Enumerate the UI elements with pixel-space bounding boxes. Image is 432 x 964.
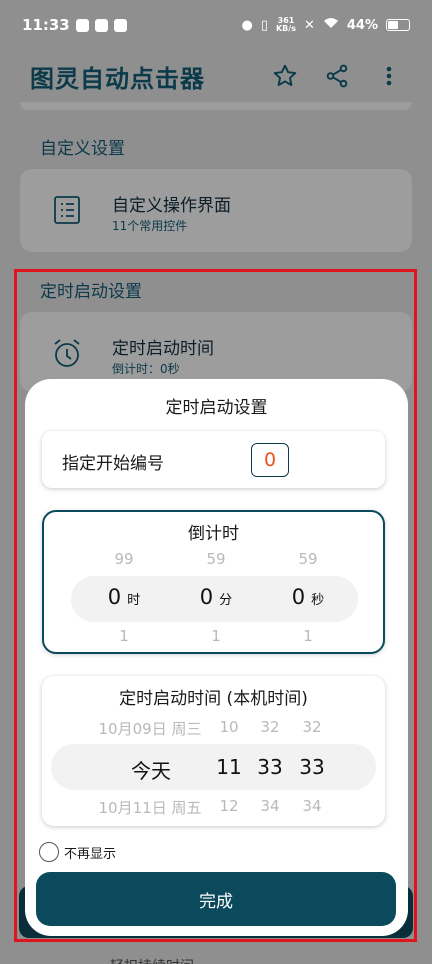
app-title: 图灵自动点击器 [30, 64, 205, 93]
date-below[interactable]: 10月11日 周五 [92, 797, 208, 818]
hour-selected[interactable]: 11 [212, 755, 246, 779]
start-number-row: 指定开始编号 0 [42, 431, 385, 488]
minutes-above: 59 [206, 550, 226, 568]
countdown-picker: 倒计时 99 0时 1 59 0分 1 59 0秒 1 [42, 510, 385, 654]
hours-below-wrap[interactable]: 1 [94, 627, 154, 645]
timed-start-dialog: 定时启动设置 指定开始编号 0 倒计时 99 0时 1 59 0分 1 59 0… [25, 379, 408, 936]
battery-icon [386, 19, 410, 31]
app-notification-icon [94, 18, 108, 32]
hours-unit: 时 [127, 593, 141, 608]
minutes-unit: 分 [219, 593, 233, 608]
done-button[interactable]: 完成 [36, 872, 396, 926]
custom-ui-title: 自定义操作界面 [112, 196, 231, 216]
hours-above: 99 [114, 550, 134, 568]
hours-below: 1 [119, 627, 129, 645]
second-above[interactable]: 32 [297, 718, 327, 736]
dialog-title: 定时启动设置 [165, 398, 268, 418]
vibrate-icon: ▯ [260, 17, 268, 33]
minute-below[interactable]: 34 [255, 797, 285, 815]
location-icon: ● [241, 17, 253, 33]
second-below[interactable]: 34 [297, 797, 327, 815]
minutes-below: 1 [211, 627, 221, 645]
date-selected[interactable]: 今天 [116, 755, 186, 784]
no-sim-icon: ✕ [303, 17, 315, 33]
scheduled-title: 定时启动时间 (本机时间) [119, 689, 308, 709]
star-icon[interactable] [272, 63, 298, 89]
app-bar: 图灵自动点击器 [0, 50, 432, 102]
hour-below[interactable]: 12 [214, 797, 244, 815]
dont-show-again-checkbox[interactable] [39, 842, 59, 862]
seconds-value: 0 [291, 585, 306, 609]
seconds-unit: 秒 [311, 593, 325, 608]
hours-wheel[interactable]: 99 [94, 550, 154, 568]
seconds-below-wrap[interactable]: 1 [278, 627, 338, 645]
network-speed: 361 KB/s [276, 17, 296, 33]
scheduled-time-picker: 定时启动时间 (本机时间) 10月09日 周三 10 32 32 今天 11 3… [42, 676, 385, 826]
partial-item-label: 轻扣持续时间 [110, 956, 194, 964]
hours-selected[interactable]: 0时 [94, 585, 154, 609]
minute-selected[interactable]: 33 [253, 755, 287, 779]
second-selected[interactable]: 33 [295, 755, 329, 779]
minutes-wheel[interactable]: 59 [186, 550, 246, 568]
start-number-input[interactable]: 0 [251, 443, 289, 477]
status-time: 11:33 [22, 16, 70, 34]
countdown-title: 倒计时 [188, 524, 239, 544]
dont-show-again-label: 不再显示 [64, 846, 117, 862]
dont-show-again-option[interactable]: 不再显示 [39, 842, 116, 862]
net-speed-unit: KB/s [275, 24, 296, 33]
date-above[interactable]: 10月09日 周三 [92, 718, 208, 739]
start-number-label: 指定开始编号 [62, 454, 164, 474]
minutes-selected[interactable]: 0分 [186, 585, 246, 609]
wifi-icon [323, 17, 339, 33]
minutes-value: 0 [199, 585, 214, 609]
status-bar: 11:33 ● ▯ 361 KB/s ✕ 44% [0, 0, 432, 50]
minute-above[interactable]: 32 [255, 718, 285, 736]
seconds-wheel[interactable]: 59 [278, 550, 338, 568]
share-icon[interactable] [324, 63, 350, 89]
previous-card [20, 102, 412, 110]
hour-above[interactable]: 10 [214, 718, 244, 736]
seconds-below: 1 [303, 627, 313, 645]
app-notification-icon-2 [113, 18, 127, 32]
seconds-above: 59 [298, 550, 318, 568]
custom-ui-subtitle: 11个常用控件 [112, 219, 188, 233]
battery-percent: 44% [346, 17, 378, 33]
custom-ui-card[interactable]: 自定义操作界面 11个常用控件 [20, 169, 412, 252]
hours-value: 0 [107, 585, 122, 609]
minutes-below-wrap[interactable]: 1 [186, 627, 246, 645]
more-options-icon[interactable] [376, 63, 402, 89]
section-title-custom: 自定义设置 [40, 139, 125, 159]
seconds-selected[interactable]: 0秒 [278, 585, 338, 609]
tiktok-icon [75, 18, 89, 32]
list-icon [50, 193, 84, 227]
